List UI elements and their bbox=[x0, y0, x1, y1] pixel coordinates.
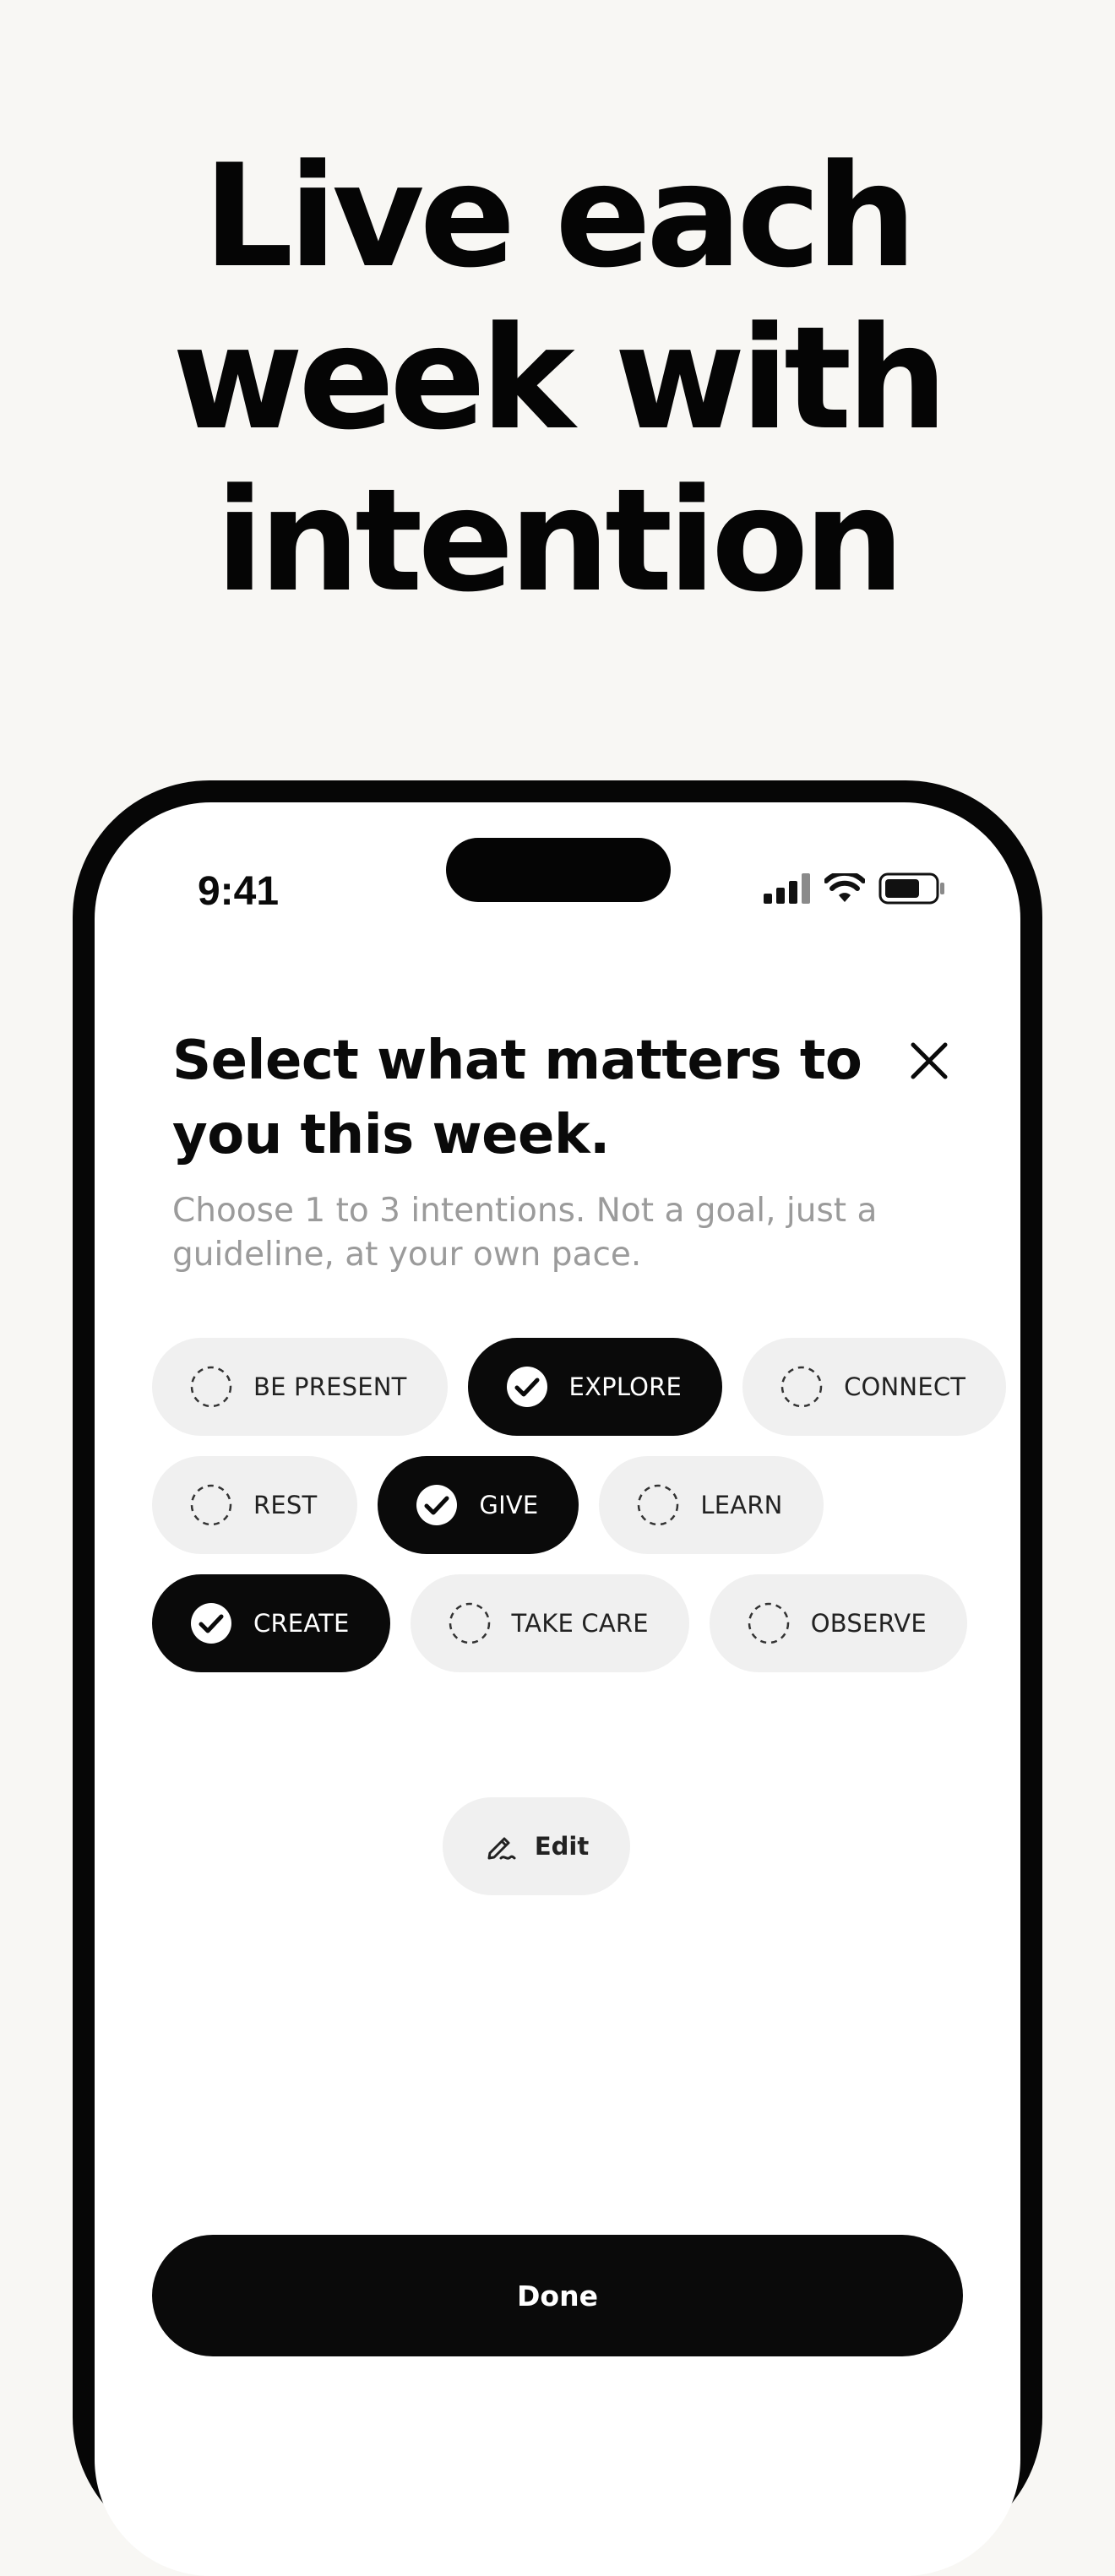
sheet-subtitle: Choose 1 to 3 intentions. Not a goal, ju… bbox=[172, 1192, 878, 1274]
dashed-circle-icon bbox=[190, 1366, 232, 1408]
hero-line-1: Live each bbox=[203, 133, 916, 299]
dashed-circle-icon bbox=[748, 1602, 790, 1644]
chip-learn[interactable]: LEARN bbox=[599, 1456, 824, 1554]
edit-label: Edit bbox=[534, 1832, 590, 1861]
wifi-icon bbox=[824, 873, 865, 902]
chip-explore[interactable]: EXPLORE bbox=[467, 1338, 723, 1436]
hero-headline: Live each week with intention bbox=[0, 135, 1115, 622]
dashed-circle-icon bbox=[449, 1602, 490, 1644]
chip-rest[interactable]: REST bbox=[152, 1456, 358, 1554]
done-button[interactable]: Done bbox=[152, 2235, 963, 2356]
phone-frame: 9:41 Select what matters to you this wee… bbox=[73, 780, 1042, 2576]
chip-label: TAKE CARE bbox=[511, 1609, 649, 1638]
chip-label: LEARN bbox=[700, 1491, 783, 1519]
pencil-icon bbox=[487, 1837, 516, 1860]
chip-row: REST GIVE LEARN bbox=[152, 1456, 997, 1554]
status-icons bbox=[764, 870, 946, 907]
intention-chips: BE PRESENT EXPLORE CONNECT REST GIVE LEA… bbox=[152, 1338, 1007, 1693]
close-icon bbox=[911, 1042, 948, 1079]
cellular-signal-icon bbox=[764, 873, 810, 904]
check-circle-icon bbox=[191, 1603, 231, 1644]
chip-take-care[interactable]: TAKE CARE bbox=[410, 1574, 689, 1672]
chip-label: OBSERVE bbox=[810, 1609, 927, 1638]
chip-label: CONNECT bbox=[844, 1372, 966, 1401]
check-circle-icon bbox=[416, 1485, 458, 1525]
chip-create[interactable]: CREATE bbox=[152, 1574, 390, 1672]
chip-be-present[interactable]: BE PRESENT bbox=[152, 1338, 448, 1436]
chip-label: REST bbox=[253, 1491, 318, 1519]
phone-screen: 9:41 Select what matters to you this wee… bbox=[95, 802, 1020, 2576]
done-label: Done bbox=[517, 2279, 598, 2312]
chip-label: EXPLORE bbox=[568, 1372, 683, 1401]
chip-row: BE PRESENT EXPLORE CONNECT bbox=[152, 1338, 1007, 1436]
battery-icon bbox=[878, 872, 944, 905]
dashed-circle-icon bbox=[780, 1366, 823, 1408]
chip-connect[interactable]: CONNECT bbox=[742, 1338, 1007, 1436]
hero-line-3: intention bbox=[215, 458, 905, 623]
close-button[interactable] bbox=[904, 1035, 955, 1086]
chip-label: CREATE bbox=[253, 1609, 350, 1638]
hero-line-2: week with bbox=[172, 296, 948, 461]
dashed-circle-icon bbox=[190, 1484, 232, 1526]
status-time: 9:41 bbox=[197, 869, 280, 914]
sheet-title: Select what matters to you this week. bbox=[172, 1030, 862, 1166]
chip-label: GIVE bbox=[479, 1491, 539, 1519]
dashed-circle-icon bbox=[638, 1484, 679, 1526]
edit-button[interactable]: Edit bbox=[443, 1797, 630, 1895]
chip-observe[interactable]: OBSERVE bbox=[709, 1574, 967, 1672]
dynamic-island bbox=[446, 838, 671, 902]
chip-row: CREATE TAKE CARE OBSERVE bbox=[152, 1574, 997, 1672]
check-circle-icon bbox=[506, 1367, 547, 1407]
chip-label: BE PRESENT bbox=[253, 1372, 407, 1401]
chip-give[interactable]: GIVE bbox=[378, 1456, 579, 1554]
